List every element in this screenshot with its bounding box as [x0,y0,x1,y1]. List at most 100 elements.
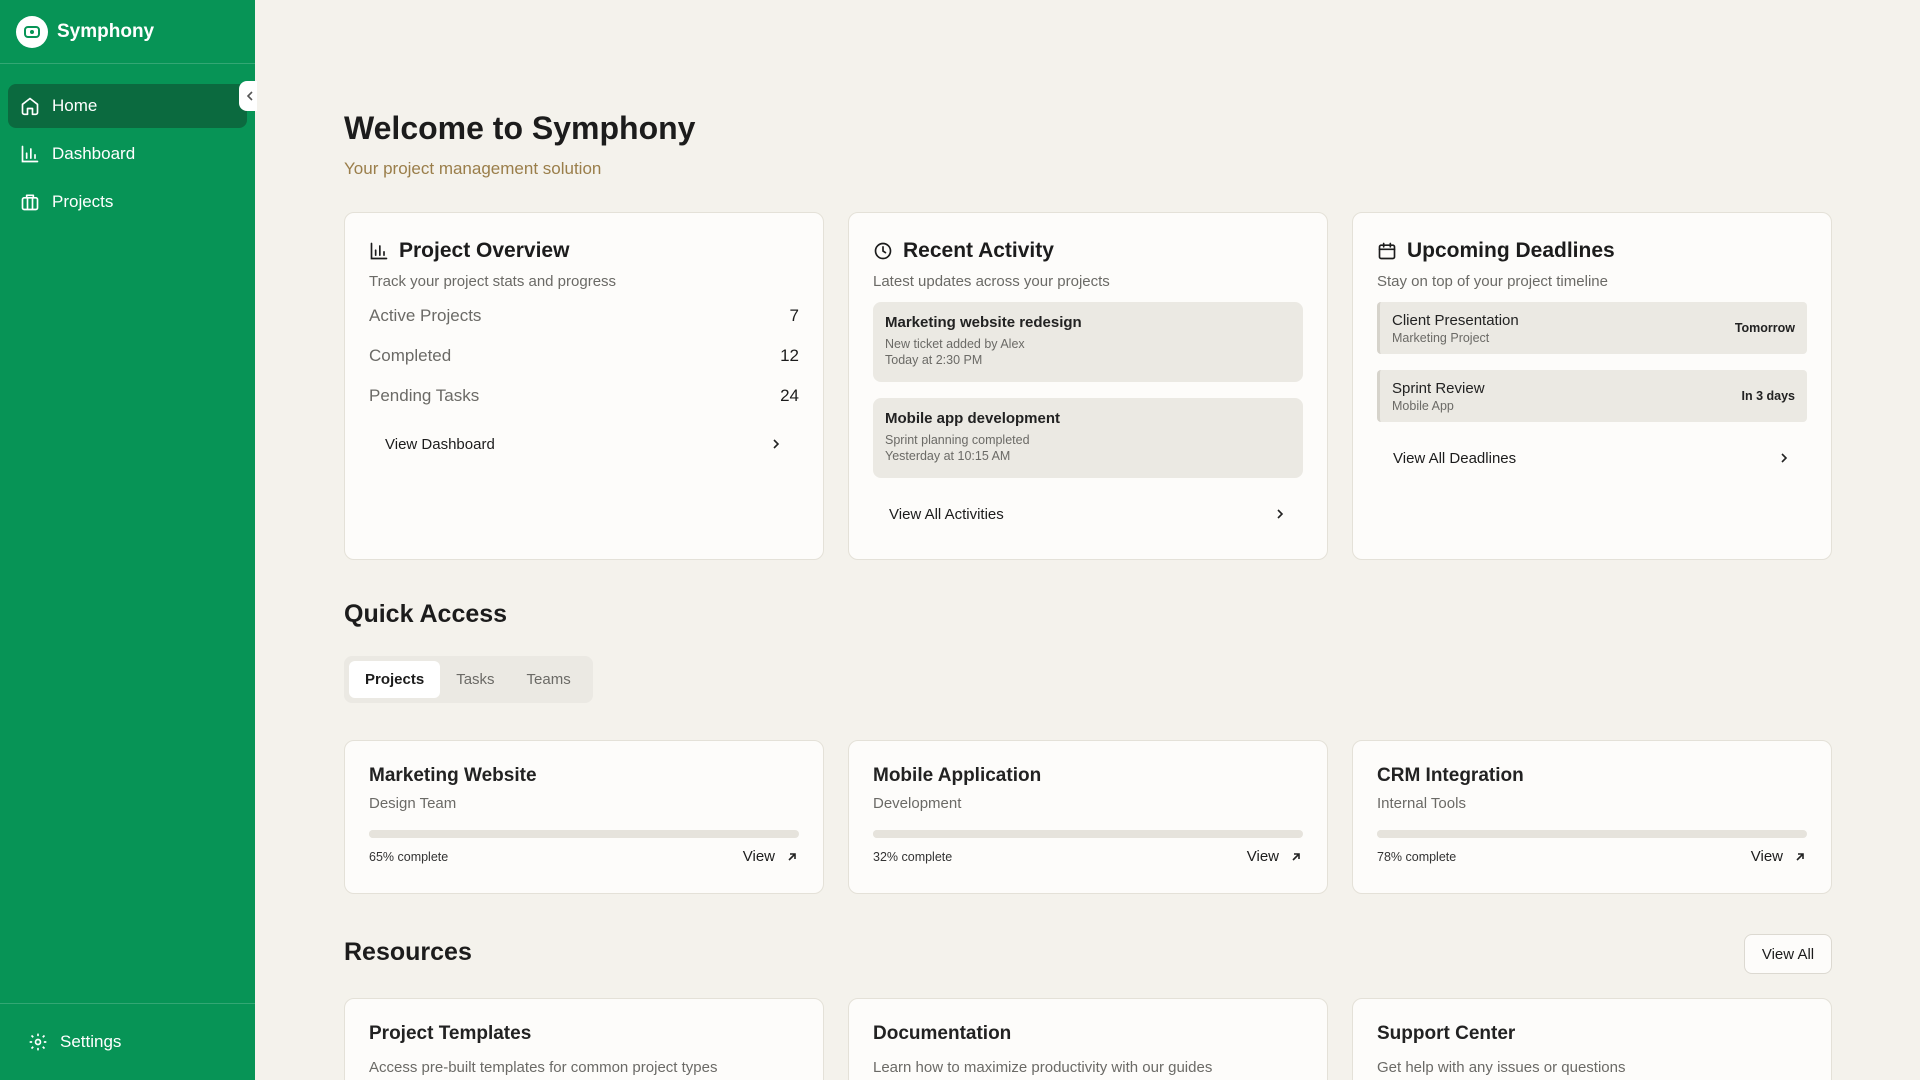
view-all-activities-link[interactable]: View All Activities [873,494,1303,534]
recent-activity-card: Recent Activity Latest updates across yo… [848,212,1328,560]
stat-label: Completed [369,346,452,365]
project-title: CRM Integration [1377,765,1524,786]
resource-description: Learn how to maximize productivity with … [873,1059,1213,1076]
sidebar-item-home[interactable]: Home [8,84,247,128]
gear-icon [29,1033,47,1051]
progress-bar [1377,830,1807,838]
view-all-deadlines-link[interactable]: View All Deadlines [1377,438,1807,478]
link-label: View Dashboard [385,435,495,453]
project-card[interactable]: CRM Integration Internal Tools 78% compl… [1352,740,1832,894]
sidebar-collapse-button[interactable] [239,81,257,111]
view-dashboard-link[interactable]: View Dashboard [369,424,799,464]
resource-description: Access pre-built templates for common pr… [369,1059,718,1076]
sidebar-item-label: Settings [60,1032,122,1051]
stat-value: 12 [780,346,799,365]
arrow-up-right-icon [788,852,796,861]
view-project-button[interactable]: View [1751,848,1807,865]
project-team: Internal Tools [1377,795,1466,812]
deadline-due: In 3 days [1741,389,1796,403]
card-description: Track your project stats and progress [369,273,617,290]
progress-label: 65% complete [369,849,449,864]
briefcase-icon [21,194,39,211]
card-title: Recent Activity [903,239,1054,262]
stat-label: Active Projects [369,306,482,325]
resource-title: Support Center [1377,1023,1516,1044]
progress-bar [873,830,1303,838]
brand[interactable]: Symphony [0,0,255,64]
deadline-project: Mobile App [1392,398,1454,413]
stat-row: Active Projects 7 [369,306,799,330]
project-team: Development [873,795,962,812]
page-title: Welcome to Symphony [344,110,696,146]
deadline-project: Marketing Project [1392,330,1490,345]
stat-row: Completed 12 [369,346,799,370]
activity-detail: New ticket added by Alex [885,337,1025,351]
progress-label: 32% complete [873,849,953,864]
view-label: View [742,848,775,865]
project-title: Mobile Application [873,765,1042,786]
deadline-due: Tomorrow [1734,321,1795,335]
tab-projects[interactable]: Projects [349,661,441,698]
link-label: View All Deadlines [1393,449,1517,467]
resource-title: Project Templates [369,1023,532,1044]
view-all-resources-button[interactable]: View All [1744,934,1832,974]
project-title: Marketing Website [369,765,537,786]
stat-value: 7 [789,306,799,325]
brand-name: Symphony [57,20,155,42]
activity-item[interactable]: Marketing website redesign New ticket ad… [873,302,1303,382]
resource-title: Documentation [873,1023,1012,1044]
view-label: View [1246,848,1279,865]
chevron-right-icon [773,439,780,449]
quick-access-tabs: Projects Tasks Teams [344,656,593,703]
resource-card[interactable]: Documentation Learn how to maximize prod… [848,998,1328,1080]
bar-chart-icon [21,145,39,163]
arrow-up-right-icon [1292,852,1300,861]
deadline-title: Sprint Review [1392,379,1485,397]
progress-label: 78% complete [1377,849,1457,864]
resource-card[interactable]: Project Templates Access pre-built templ… [344,998,824,1080]
activity-time: Today at 2:30 PM [885,353,983,367]
deadline-item[interactable]: Client Presentation Marketing Project To… [1377,302,1807,354]
project-card[interactable]: Mobile Application Development 32% compl… [848,740,1328,894]
deadline-item[interactable]: Sprint Review Mobile App In 3 days [1377,370,1807,422]
tab-tasks[interactable]: Tasks [440,661,510,698]
sidebar-item-dashboard[interactable]: Dashboard [8,132,247,176]
activity-item[interactable]: Mobile app development Sprint planning c… [873,398,1303,478]
resource-card[interactable]: Support Center Get help with any issues … [1352,998,1832,1080]
card-description: Latest updates across your projects [873,273,1110,290]
sidebar-item-projects[interactable]: Projects [8,180,247,224]
deadline-title: Client Presentation [1392,311,1519,329]
chevron-right-icon [1277,509,1284,519]
activity-detail: Sprint planning completed [885,433,1030,447]
sidebar-nav: Home Dashboard Projects [0,64,255,224]
upcoming-deadlines-card: Upcoming Deadlines Stay on top of your p… [1352,212,1832,560]
activity-title: Marketing website redesign [885,314,1082,331]
stat-label: Pending Tasks [369,386,480,405]
sidebar: Symphony Home Dashboard Projects Setting… [0,0,257,1080]
symphony-logo-icon [16,15,48,48]
page-subtitle: Your project management solution [344,159,602,178]
sidebar-item-label: Dashboard [52,144,136,163]
card-title: Upcoming Deadlines [1407,239,1615,262]
home-icon [21,97,39,116]
progress-bar [369,830,799,838]
clock-icon [874,242,892,260]
view-project-button[interactable]: View [743,848,799,865]
bar-chart-icon [370,242,388,260]
sidebar-item-label: Projects [52,192,114,211]
quick-access-title: Quick Access [344,600,508,628]
activity-title: Mobile app development [885,410,1061,427]
link-label: View All Activities [889,505,1004,523]
project-card[interactable]: Marketing Website Design Team 65% comple… [344,740,824,894]
project-overview-card: Project Overview Track your project stat… [344,212,824,560]
stat-value: 24 [780,386,799,405]
calendar-icon [1378,242,1396,260]
sidebar-item-label: Home [52,96,98,115]
view-project-button[interactable]: View [1247,848,1303,865]
tab-teams[interactable]: Teams [511,661,587,698]
resource-description: Get help with any issues or questions [1377,1059,1626,1076]
view-label: View [1750,848,1783,865]
chevron-right-icon [1781,453,1788,463]
arrow-up-right-icon [1796,852,1804,861]
sidebar-item-settings[interactable]: Settings [0,1003,255,1080]
